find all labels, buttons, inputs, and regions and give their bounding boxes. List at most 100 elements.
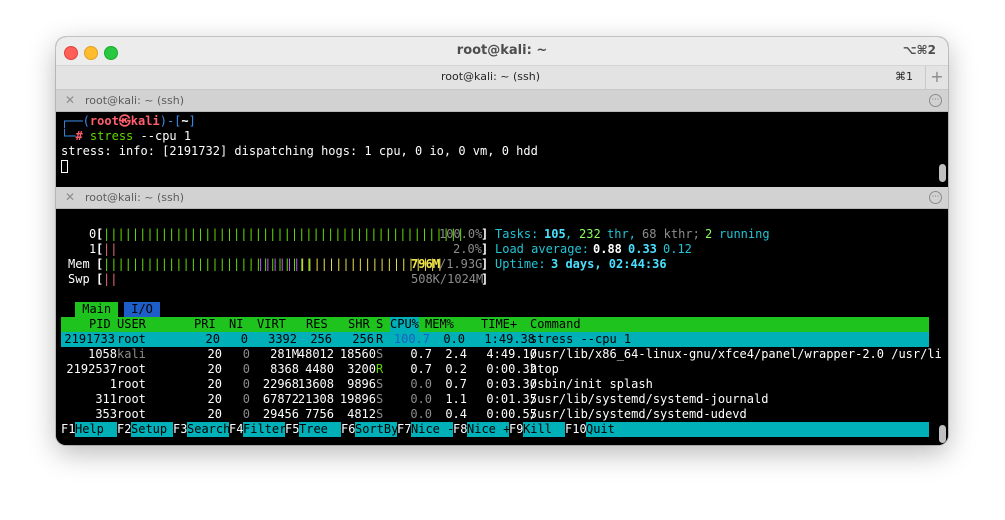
fkey-f5[interactable]: F5 [285, 422, 300, 437]
process-row[interactable]: 2191733 root 20 0 3392 256 256 R 100.7 0.0 1:49.38… [61, 332, 929, 347]
fkey-f2[interactable]: F2 [117, 422, 132, 437]
fkey-label[interactable]: Quit [586, 422, 615, 437]
cpu0-bar: ||||||||||||||||||||||||||||||||||||||||… [103, 227, 465, 241]
col-state[interactable]: S [376, 317, 383, 332]
cell-cpu: 0.0 [410, 377, 432, 391]
fkey-f6[interactable]: F6 [341, 422, 356, 437]
fkey-label[interactable]: Search [187, 422, 231, 437]
cell-mem: 0.4 [445, 407, 467, 421]
load-label: Load average: [495, 242, 589, 256]
cell-s: S [376, 347, 384, 361]
process-row[interactable]: 311 root 20 0 67872 21308 19896 S 0.0 1.1 0:01.35/… [61, 392, 931, 407]
mem-label: Mem [68, 257, 90, 271]
fkey-label[interactable]: Nice + [467, 422, 511, 437]
cpu1-bar: || [103, 242, 118, 256]
col-pri[interactable]: PRI [194, 317, 216, 332]
process-row[interactable]: 1058 kali 20 0 281M 48012 18560 S 0.7 2.4 4:49.10/… [61, 347, 942, 362]
prompt-dir: ~ [181, 114, 189, 128]
cell-s: S [376, 407, 384, 421]
title-bar[interactable]: root@kali: ~ ⌥⌘2 [56, 37, 948, 66]
pane-header-top[interactable]: ✕ root@kali: ~ (ssh) ··· [56, 90, 948, 112]
col-pid[interactable]: PID [89, 317, 111, 332]
pane-title-bottom: root@kali: ~ (ssh) [85, 191, 185, 204]
fkey-f3[interactable]: F3 [173, 422, 188, 437]
close-pane-icon[interactable]: ✕ [65, 93, 75, 107]
col-command[interactable]: Command [530, 317, 581, 332]
cell-pri: 20 [205, 332, 220, 346]
tab-ssh[interactable]: root@kali: ~ (ssh) ⌘1 [56, 66, 926, 89]
htop-pane[interactable]: 0 [ ||||||||||||||||||||||||||||||||||||… [56, 209, 948, 445]
terminal-pane-top[interactable]: ┌──(root㉿kali)-[~] └─# stress --cpu 1 st… [56, 112, 948, 186]
load-1min: 0.88 [593, 242, 622, 256]
fkey-label[interactable]: SortBy [355, 422, 399, 437]
cell-ni: 0 [242, 392, 250, 406]
cpu0-value: 100.0% [439, 227, 483, 241]
col-shr[interactable]: SHR [348, 317, 370, 332]
cell-res: 256 [310, 332, 332, 346]
cell-res: 48012 [297, 347, 334, 361]
cell-mem: 2.4 [445, 347, 467, 361]
col-cpu[interactable]: CPU% [390, 317, 419, 332]
scrollbar-bottom[interactable] [939, 425, 946, 443]
window-shortcut: ⌥⌘2 [902, 43, 936, 57]
col-ni[interactable]: NI [229, 317, 243, 332]
col-time[interactable]: TIME+ [481, 317, 517, 332]
running-label: running [719, 227, 770, 241]
cell-virt: 3392 [268, 332, 297, 346]
process-row[interactable]: 353 root 20 0 29456 7756 4812 S 0.0 0.4 0:00.55/us… [61, 407, 931, 422]
prompt-line: ┌──(root㉿kali)-[~] [61, 114, 538, 129]
terminal-window: root@kali: ~ ⌥⌘2 root@kali: ~ (ssh) ⌘1 +… [56, 37, 948, 445]
cell-user: root [117, 332, 146, 346]
tab-main-label: Main [82, 302, 112, 316]
pane-header-bottom[interactable]: ✕ root@kali: ~ (ssh) ··· [56, 187, 948, 209]
fkey-label[interactable]: Setup [131, 422, 175, 437]
prompt-frame: )-[ [159, 114, 182, 128]
cell-cpu: 0.7 [410, 347, 432, 361]
fkey-label[interactable]: Tree [299, 422, 343, 437]
column-header-row: PID USER PRI NI VIRT RES SHR S CPU% MEM%… [61, 317, 929, 332]
cell-shr: 18560 [339, 347, 376, 361]
fkey-f4[interactable]: F4 [229, 422, 244, 437]
cell-cmd: stress --cpu 1 [530, 332, 632, 346]
process-row[interactable]: 2192537 root 20 0 8368 4480 3200 R 0.7 0.2 0:00.32… [61, 362, 931, 377]
tab-io[interactable]: I/O [124, 302, 161, 317]
fkey-label[interactable]: Help [75, 422, 119, 437]
fkey-f10[interactable]: F10 [565, 422, 587, 437]
scrollbar-top[interactable] [939, 164, 946, 182]
fkey-label[interactable]: Filter [243, 422, 287, 437]
cell-virt: 8368 [270, 362, 299, 376]
cell-mem: 0.0 [443, 332, 465, 346]
col-virt[interactable]: VIRT [257, 317, 286, 332]
cell-user: root [117, 377, 146, 391]
tab-main[interactable]: Main [75, 302, 119, 317]
prompt-frame: ┌──( [61, 114, 90, 128]
uptime-value: 3 days, 02:44:36 [551, 257, 667, 271]
cell-shr: 3200 [347, 362, 376, 376]
cell-res: 4480 [305, 362, 334, 376]
close-pane-icon[interactable]: ✕ [65, 190, 75, 204]
cell-cpu: 0.7 [410, 362, 432, 376]
col-user[interactable]: USER [117, 317, 146, 332]
cell-virt: 281M [270, 347, 299, 361]
cell-ni: 0 [240, 332, 248, 346]
pane-menu-icon[interactable]: ··· [929, 94, 942, 107]
fkey-f7[interactable]: F7 [397, 422, 412, 437]
col-mem[interactable]: MEM% [425, 317, 454, 332]
col-res[interactable]: RES [306, 317, 328, 332]
cell-user: kali [117, 347, 146, 361]
fkey-f9[interactable]: F9 [509, 422, 524, 437]
running-count: 2 [705, 227, 713, 241]
command-name: stress [89, 129, 134, 143]
fkey-f1[interactable]: F1 [61, 422, 76, 437]
thread-label: thr, [607, 227, 636, 241]
fkey-label[interactable]: Kill [523, 422, 567, 437]
cell-user: root [117, 407, 146, 421]
process-row[interactable]: 1 root 20 0 22968 13608 9896 S 0.0 0.7 0:03.30/sbi… [61, 377, 931, 392]
pane-menu-icon[interactable]: ··· [929, 191, 942, 204]
prompt-user-host: root㉿kali [89, 114, 160, 128]
fkey-f8[interactable]: F8 [453, 422, 468, 437]
cell-cmd: htop [530, 362, 559, 376]
cell-cpu: 100.7 [393, 332, 430, 346]
new-tab-button[interactable]: + [926, 66, 948, 89]
fkey-label[interactable]: Nice - [411, 422, 455, 437]
